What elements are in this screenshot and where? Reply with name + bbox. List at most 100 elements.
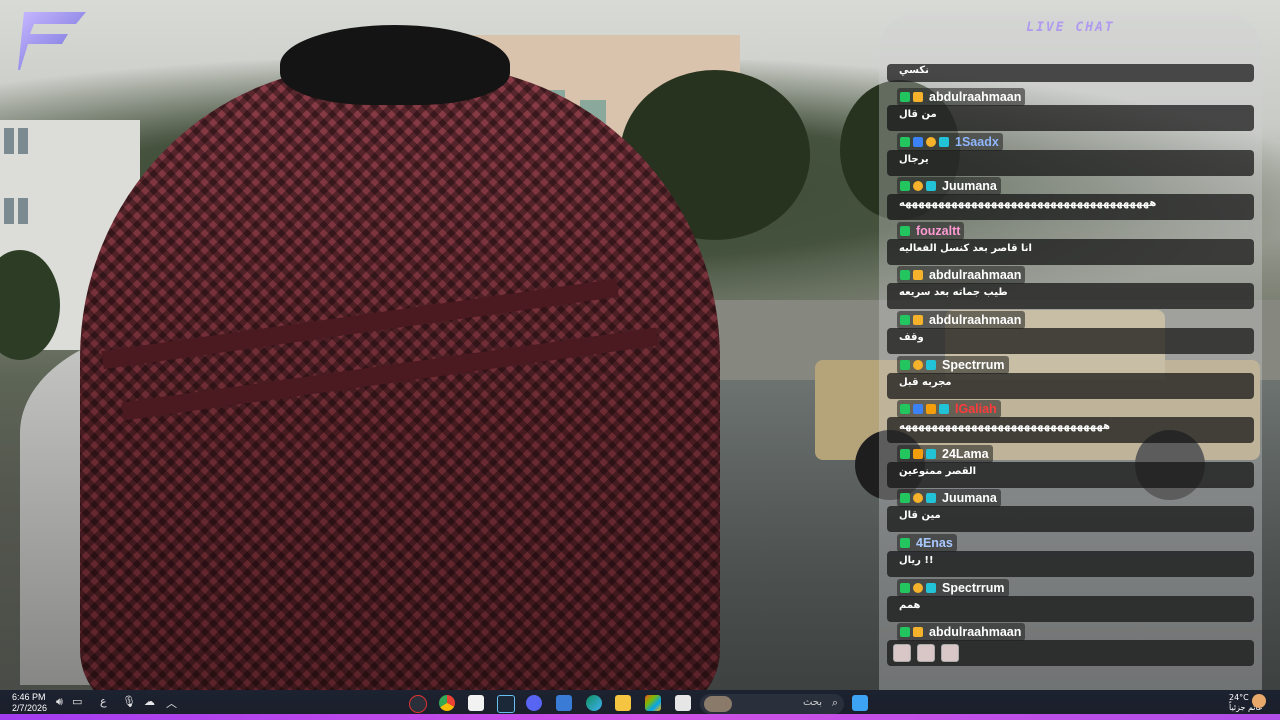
chat-username-pill[interactable]: lGaliah (897, 400, 1001, 419)
chat-message: القصر ممنوعين 24Lama (879, 444, 1262, 489)
chat-message-text: همم (899, 599, 921, 611)
start-icon[interactable] (852, 695, 868, 711)
taskbar-search[interactable]: بحث ⌕ (700, 694, 844, 714)
chat-username[interactable]: Spectrrum (942, 358, 1005, 372)
chevron-up-icon[interactable]: ︿ (166, 695, 177, 711)
one-badge-icon (913, 493, 923, 504)
chat-message: همم Spectrrum (879, 578, 1262, 623)
notes-icon[interactable] (468, 695, 484, 711)
chat-username[interactable]: fouzaltt (916, 224, 960, 238)
chat-username[interactable]: 1Saadx (955, 135, 999, 149)
chat-username-pill[interactable]: abdulraahmaan (897, 88, 1026, 106)
chat-username-pill[interactable]: 1Saadx (897, 132, 1003, 151)
kick-badge-icon (900, 582, 910, 593)
kick-badge-icon (900, 493, 910, 504)
obs-icon[interactable] (409, 695, 427, 713)
chat-message-bubble: همم (887, 595, 1254, 622)
shemagh (80, 65, 720, 690)
taskbar-clock[interactable]: 6:46 PM 2/7/2026 (12, 692, 47, 714)
sub-badge-icon (926, 359, 936, 370)
emote-icon (917, 644, 935, 663)
chat-username[interactable]: 24Lama (942, 447, 989, 461)
chat-message-text: مين قال (899, 510, 941, 522)
search-placeholder: بحث (802, 697, 822, 708)
one-badge-icon (926, 136, 936, 147)
chat-message-bubble: وقف (887, 328, 1254, 354)
chat-message-bubble: !! ريال (887, 551, 1254, 577)
chat-username-pill[interactable]: Spectrrum (897, 578, 1009, 597)
chat-username[interactable]: abdulraahmaan (929, 90, 1021, 104)
chat-message-bubble (887, 640, 1254, 667)
steam-icon[interactable] (497, 695, 515, 713)
app-icon[interactable] (645, 695, 661, 711)
chat-username[interactable]: abdulraahmaan (929, 625, 1021, 639)
channel-logo (18, 12, 86, 70)
microphone-icon[interactable]: 🎙︎ (122, 695, 136, 708)
chat-message-bubble: هههههههههههههههههههههههههههههههه (887, 417, 1254, 444)
kick-badge-icon (900, 359, 910, 370)
chat-username-pill[interactable]: fouzaltt (897, 221, 965, 240)
chat-username[interactable]: Juumana (942, 491, 997, 505)
one-badge-icon (913, 181, 923, 192)
window (4, 198, 14, 224)
file-explorer-icon[interactable] (615, 695, 631, 711)
chat-message-text: !! ريال (899, 555, 934, 566)
crown-badge-icon (913, 92, 923, 102)
chat-message: مجربه قبل Spectrrum (879, 355, 1262, 400)
edge-icon[interactable] (586, 695, 602, 711)
flag-badge-icon (926, 404, 936, 415)
chat-username-pill[interactable]: abdulraahmaan (897, 311, 1026, 329)
one-badge-icon (913, 582, 923, 593)
chat-username[interactable]: lGaliah (955, 402, 997, 416)
clock-time: 6:46 PM (12, 692, 46, 702)
chat-username[interactable]: Juumana (942, 179, 997, 193)
kick-badge-icon (900, 448, 910, 459)
window-icon[interactable] (675, 695, 691, 711)
chat-username[interactable]: 4Enas (916, 536, 953, 550)
sub-badge-icon (926, 448, 936, 459)
kick-badge-icon (900, 538, 910, 548)
chat-message-bubble: ههههههههههههههههههههههههههههههههههههههه (887, 194, 1254, 221)
chat-username-pill[interactable]: 24Lama (897, 444, 993, 463)
sub-badge-icon (939, 404, 949, 415)
chat-username-pill[interactable]: Juumana (897, 177, 1001, 196)
sub-badge-icon (926, 582, 936, 593)
chat-message: يرجال 1Saadx (879, 132, 1262, 177)
sub-badge-icon (926, 181, 936, 192)
search-icon: ⌕ (831, 696, 838, 709)
crown-badge-icon (913, 315, 923, 325)
live-chat-panel: LIVE CHAT نكسي من قال abdulraahmaan يرجال 1… (879, 14, 1262, 690)
onedrive-icon[interactable]: ☁ (144, 695, 155, 708)
blue-badge-icon (913, 136, 923, 147)
chat-message-list[interactable]: نكسي من قال abdulraahmaan يرجال 1Saadx ههههه… (879, 14, 1262, 690)
taskbar-glow (0, 714, 1280, 720)
language-indicator[interactable]: ع (100, 695, 107, 708)
chat-username-pill[interactable]: abdulraahmaan (897, 266, 1026, 285)
store-icon[interactable] (556, 695, 572, 711)
chat-username-pill[interactable]: abdulraahmaan (897, 623, 1026, 642)
chat-message-text: وقف (899, 332, 924, 343)
kick-badge-icon (900, 315, 910, 325)
chat-message-text: القصر ممنوعين (899, 465, 977, 477)
one-badge-icon (913, 359, 923, 370)
chat-username[interactable]: Spectrrum (942, 581, 1005, 595)
chrome-icon[interactable] (439, 695, 455, 711)
chat-message-bubble: مجربه قبل (887, 372, 1254, 399)
chat-username-pill[interactable]: 4Enas (897, 534, 957, 552)
chat-message-text: هههههههههههههههههههههههههههههههه (899, 421, 1111, 433)
chat-username[interactable]: abdulraahmaan (929, 268, 1021, 282)
chat-message: مين قال Juumana (879, 489, 1262, 533)
chat-message-text: يرجال (899, 153, 929, 165)
chat-username-pill[interactable]: Juumana (897, 489, 1001, 508)
discord-icon[interactable] (526, 695, 542, 711)
kick-badge-icon (900, 270, 910, 281)
kick-badge-icon (900, 92, 910, 102)
volume-icon[interactable]: 🔊︎ (56, 695, 63, 709)
chat-message: طيب جماته بعد سريعه abdulraahmaan (879, 266, 1262, 310)
chat-username[interactable]: abdulraahmaan (929, 313, 1021, 327)
chat-username-pill[interactable]: Spectrrum (897, 355, 1009, 374)
emote-row (893, 644, 959, 663)
chat-message-bubble: من قال (887, 105, 1254, 131)
chat-message-text: ههههههههههههههههههههههههههههههههههههههه (899, 198, 1157, 210)
network-icon[interactable]: ▭ (72, 695, 82, 708)
